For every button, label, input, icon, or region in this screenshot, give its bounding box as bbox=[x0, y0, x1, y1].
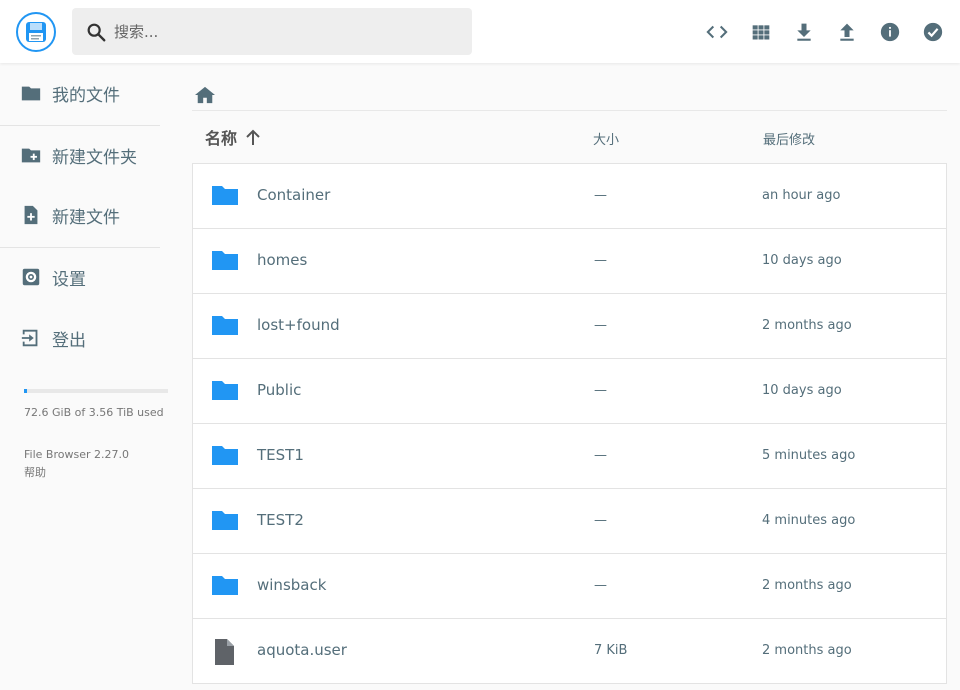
sidebar-item-label: 设置 bbox=[52, 269, 86, 290]
check-circle-icon[interactable] bbox=[918, 17, 948, 47]
column-name[interactable]: 名称 bbox=[205, 125, 261, 149]
file-name: homes bbox=[257, 251, 308, 269]
file-size: — bbox=[594, 188, 607, 203]
column-modified[interactable]: 最后修改 bbox=[763, 129, 815, 148]
file-modified: an hour ago bbox=[762, 188, 841, 203]
sidebar-item-my-files[interactable]: 我的文件 bbox=[0, 66, 160, 120]
folder-icon bbox=[20, 82, 42, 104]
download-icon[interactable] bbox=[789, 17, 819, 47]
file-size: 7 KiB bbox=[594, 643, 628, 658]
table-row[interactable]: Public — 10 days ago bbox=[192, 358, 947, 424]
file-name: Container bbox=[257, 186, 331, 204]
file-name: TEST1 bbox=[257, 446, 304, 464]
help-link[interactable]: 帮助 bbox=[24, 464, 46, 480]
sidebar-item-new-file[interactable]: 新建文件 bbox=[0, 188, 160, 242]
file-modified: 4 minutes ago bbox=[762, 513, 856, 528]
search-icon bbox=[85, 21, 107, 47]
table-row[interactable]: Container — an hour ago bbox=[192, 163, 947, 229]
file-modified: 2 months ago bbox=[762, 578, 852, 593]
upload-icon[interactable] bbox=[832, 17, 862, 47]
column-size[interactable]: 大小 bbox=[593, 129, 619, 148]
file-modified: 2 months ago bbox=[762, 643, 852, 658]
sidebar-item-label: 登出 bbox=[52, 330, 86, 351]
folder-icon bbox=[211, 183, 239, 211]
sidebar-item-label: 新建文件夹 bbox=[52, 147, 137, 168]
version-text: File Browser 2.27.0 bbox=[24, 448, 129, 461]
sidebar-item-settings[interactable]: 设置 bbox=[0, 250, 160, 304]
file-modified: 5 minutes ago bbox=[762, 448, 856, 463]
table-header: 名称 大小 最后修改 bbox=[192, 121, 947, 153]
sidebar-item-new-folder[interactable]: 新建文件夹 bbox=[0, 128, 160, 182]
new-file-icon bbox=[20, 204, 42, 226]
folder-icon bbox=[211, 313, 239, 341]
quota-progress-fill bbox=[24, 389, 27, 393]
sidebar-item-logout[interactable]: 登出 bbox=[0, 311, 160, 365]
file-size: — bbox=[594, 448, 607, 463]
folder-icon bbox=[211, 248, 239, 276]
table-row[interactable]: winsback — 2 months ago bbox=[192, 553, 947, 619]
logo-icon[interactable] bbox=[16, 12, 56, 52]
folder-icon bbox=[211, 508, 239, 536]
table-row[interactable]: TEST1 — 5 minutes ago bbox=[192, 423, 947, 489]
file-size: — bbox=[594, 578, 607, 593]
info-icon[interactable] bbox=[875, 17, 905, 47]
table-row[interactable]: TEST2 — 4 minutes ago bbox=[192, 488, 947, 554]
grid-view-icon[interactable] bbox=[746, 17, 776, 47]
file-modified: 10 days ago bbox=[762, 253, 842, 268]
search-box[interactable] bbox=[72, 8, 472, 55]
file-name: aquota.user bbox=[257, 641, 347, 659]
quota-text: 72.6 GiB of 3.56 TiB used bbox=[24, 406, 164, 419]
table-row[interactable]: lost+found — 2 months ago bbox=[192, 293, 947, 359]
logout-icon bbox=[20, 327, 42, 349]
top-bar bbox=[0, 0, 960, 63]
code-icon[interactable] bbox=[702, 17, 732, 47]
file-size: — bbox=[594, 513, 607, 528]
new-folder-icon bbox=[20, 144, 42, 166]
file-size: — bbox=[594, 383, 607, 398]
quota-progress-bar bbox=[24, 389, 168, 393]
divider bbox=[0, 125, 160, 126]
table-row[interactable]: aquota.user 7 KiB 2 months ago bbox=[192, 618, 947, 684]
folder-icon bbox=[211, 378, 239, 406]
home-icon[interactable] bbox=[194, 85, 216, 105]
file-name: lost+found bbox=[257, 316, 340, 334]
folder-icon bbox=[211, 573, 239, 601]
sidebar-item-label: 新建文件 bbox=[52, 207, 120, 228]
table-row[interactable]: homes — 10 days ago bbox=[192, 228, 947, 294]
file-name: TEST2 bbox=[257, 511, 304, 529]
column-name-label: 名称 bbox=[205, 129, 238, 148]
file-name: Public bbox=[257, 381, 302, 399]
file-size: — bbox=[594, 318, 607, 333]
sort-ascending-icon[interactable] bbox=[245, 128, 261, 146]
file-name: winsback bbox=[257, 576, 327, 594]
sidebar-item-label: 我的文件 bbox=[52, 85, 120, 106]
file-modified: 2 months ago bbox=[762, 318, 852, 333]
breadcrumb bbox=[192, 73, 947, 111]
divider bbox=[0, 247, 160, 248]
file-size: — bbox=[594, 253, 607, 268]
file-icon bbox=[211, 638, 237, 670]
file-modified: 10 days ago bbox=[762, 383, 842, 398]
search-input[interactable] bbox=[114, 8, 454, 55]
settings-icon bbox=[20, 266, 42, 288]
folder-icon bbox=[211, 443, 239, 471]
